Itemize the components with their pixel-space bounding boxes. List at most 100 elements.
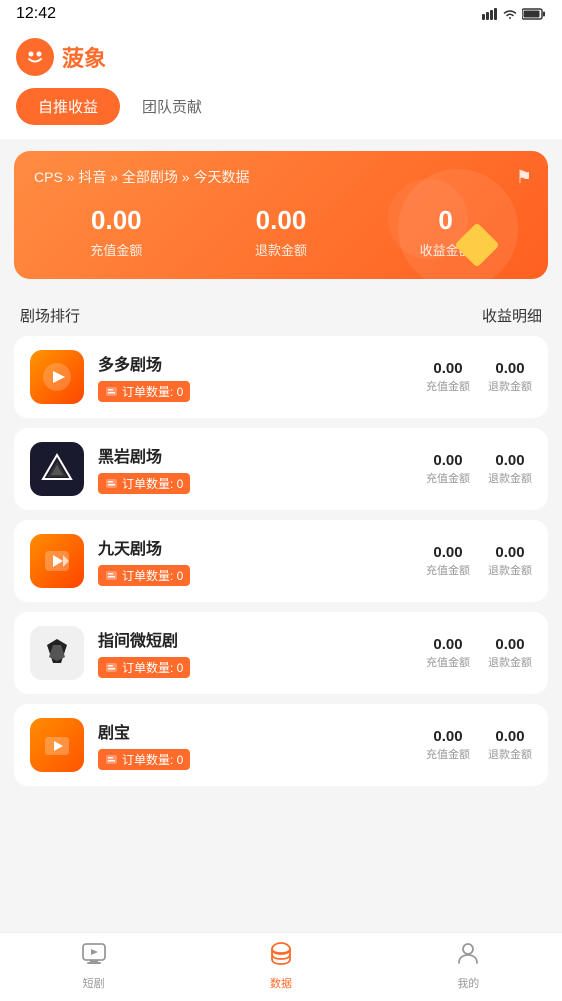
theater-amounts: 0.00 充值金额 0.00 退款金额 — [426, 728, 532, 762]
stat-recharge-label: 充值金额 — [90, 240, 142, 259]
amount-col-refund: 0.00 退款金额 — [488, 544, 532, 578]
stat-refund: 0.00 退款金额 — [255, 205, 307, 259]
recharge-value: 0.00 — [433, 728, 462, 745]
order-icon — [105, 385, 118, 398]
amount-col-recharge: 0.00 充值金额 — [426, 728, 470, 762]
app-logo — [16, 38, 54, 76]
amount-col-refund: 0.00 退款金额 — [488, 452, 532, 486]
amount-col-refund: 0.00 退款金额 — [488, 360, 532, 394]
theater-name: 黑岩剧场 — [98, 443, 412, 467]
order-badge: 订单数量: 0 — [98, 657, 190, 678]
nav-item-profile[interactable]: 我的 — [433, 941, 503, 991]
order-icon — [105, 477, 118, 490]
refund-value: 0.00 — [495, 544, 524, 561]
theater-amounts: 0.00 充值金额 0.00 退款金额 — [426, 360, 532, 394]
stat-refund-value: 0.00 — [256, 205, 307, 236]
refund-label: 退款金额 — [488, 378, 532, 394]
nav-item-data[interactable]: 数据 — [246, 941, 316, 991]
theater-item[interactable]: 九天剧场 订单数量: 0 0.00 充值金额 0.00 退款金额 — [14, 520, 548, 602]
order-badge: 订单数量: 0 — [98, 565, 190, 586]
bottom-nav: 短剧 数据 我的 — [0, 932, 562, 1001]
theater-name: 九天剧场 — [98, 535, 412, 559]
amount-col-recharge: 0.00 充值金额 — [426, 636, 470, 670]
amount-row: 0.00 充值金额 0.00 退款金额 — [426, 452, 532, 486]
section-title-ranking: 剧场排行 — [20, 305, 80, 326]
theater-item[interactable]: 剧宝 订单数量: 0 0.00 充值金额 0.00 退款金额 — [14, 704, 548, 786]
theater-item[interactable]: 黑岩剧场 订单数量: 0 0.00 充值金额 0.00 退款金额 — [14, 428, 548, 510]
drama-icon — [81, 941, 107, 972]
section-title-detail: 收益明细 — [482, 305, 542, 326]
theater-name: 剧宝 — [98, 719, 412, 743]
order-icon — [105, 661, 118, 674]
status-icons — [482, 8, 546, 20]
theater-info: 多多剧场 订单数量: 0 — [98, 351, 412, 403]
signal-icon — [482, 8, 498, 20]
tabs-container: 自推收益 团队贡献 — [0, 88, 562, 139]
profile-icon — [455, 941, 481, 972]
theater-info: 剧宝 订单数量: 0 — [98, 719, 412, 771]
amount-row: 0.00 充值金额 0.00 退款金额 — [426, 544, 532, 578]
amount-col-refund: 0.00 退款金额 — [488, 636, 532, 670]
refund-label: 退款金额 — [488, 562, 532, 578]
app-title: 菠象 — [62, 41, 106, 73]
nav-item-drama[interactable]: 短剧 — [59, 941, 129, 991]
theater-info: 指间微短剧 订单数量: 0 — [98, 627, 412, 679]
amount-col-recharge: 0.00 充值金额 — [426, 544, 470, 578]
recharge-label: 充值金额 — [426, 654, 470, 670]
stat-recharge: 0.00 充值金额 — [90, 205, 142, 259]
theater-name: 指间微短剧 — [98, 627, 412, 651]
data-icon — [268, 941, 294, 972]
theater-amounts: 0.00 充值金额 0.00 退款金额 — [426, 636, 532, 670]
refund-label: 退款金额 — [488, 470, 532, 486]
logo-icon — [24, 46, 46, 68]
wifi-icon — [502, 8, 518, 20]
order-badge: 订单数量: 0 — [98, 473, 190, 494]
refund-value: 0.00 — [495, 452, 524, 469]
refund-value: 0.00 — [495, 360, 524, 377]
theater-info: 九天剧场 订单数量: 0 — [98, 535, 412, 587]
theater-amounts: 0.00 充值金额 0.00 退款金额 — [426, 544, 532, 578]
nav-label-drama: 短剧 — [83, 975, 105, 991]
order-badge: 订单数量: 0 — [98, 749, 190, 770]
stat-refund-label: 退款金额 — [255, 240, 307, 259]
recharge-value: 0.00 — [433, 544, 462, 561]
theater-item[interactable]: 多多剧场 订单数量: 0 0.00 充值金额 0.00 退款金额 — [14, 336, 548, 418]
amount-row: 0.00 充值金额 0.00 退款金额 — [426, 636, 532, 670]
amount-row: 0.00 充值金额 0.00 退款金额 — [426, 360, 532, 394]
order-badge: 订单数量: 0 — [98, 381, 190, 402]
stat-recharge-value: 0.00 — [91, 205, 142, 236]
nav-label-profile: 我的 — [457, 975, 479, 991]
section-header: 剧场排行 收益明细 — [0, 291, 562, 336]
refund-label: 退款金额 — [488, 746, 532, 762]
order-icon — [105, 753, 118, 766]
theater-info: 黑岩剧场 订单数量: 0 — [98, 443, 412, 495]
refund-value: 0.00 — [495, 728, 524, 745]
tab-self-earnings[interactable]: 自推收益 — [16, 88, 120, 125]
battery-icon — [522, 8, 546, 20]
theater-list: 多多剧场 订单数量: 0 0.00 充值金额 0.00 退款金额 — [0, 336, 562, 786]
filter-icon[interactable]: ⚑ — [516, 167, 532, 188]
recharge-label: 充值金额 — [426, 562, 470, 578]
theater-item[interactable]: 指间微短剧 订单数量: 0 0.00 充值金额 0.00 退款金额 — [14, 612, 548, 694]
amount-col-refund: 0.00 退款金额 — [488, 728, 532, 762]
refund-value: 0.00 — [495, 636, 524, 653]
status-time: 12:42 — [16, 5, 56, 23]
header: 菠象 — [0, 28, 562, 88]
recharge-label: 充值金额 — [426, 746, 470, 762]
recharge-value: 0.00 — [433, 636, 462, 653]
amount-col-recharge: 0.00 充值金额 — [426, 452, 470, 486]
recharge-label: 充值金额 — [426, 378, 470, 394]
recharge-label: 充值金额 — [426, 470, 470, 486]
tab-team-contribution[interactable]: 团队贡献 — [120, 88, 224, 125]
stats-card: CPS » 抖音 » 全部剧场 » 今天数据 ⚑ 0.00 充值金额 0.00 … — [14, 151, 548, 279]
refund-label: 退款金额 — [488, 654, 532, 670]
amount-col-recharge: 0.00 充值金额 — [426, 360, 470, 394]
theater-name: 多多剧场 — [98, 351, 412, 375]
order-icon — [105, 569, 118, 582]
status-bar: 12:42 — [0, 0, 562, 28]
nav-label-data: 数据 — [270, 975, 292, 991]
recharge-value: 0.00 — [433, 452, 462, 469]
recharge-value: 0.00 — [433, 360, 462, 377]
amount-row: 0.00 充值金额 0.00 退款金额 — [426, 728, 532, 762]
theater-amounts: 0.00 充值金额 0.00 退款金额 — [426, 452, 532, 486]
